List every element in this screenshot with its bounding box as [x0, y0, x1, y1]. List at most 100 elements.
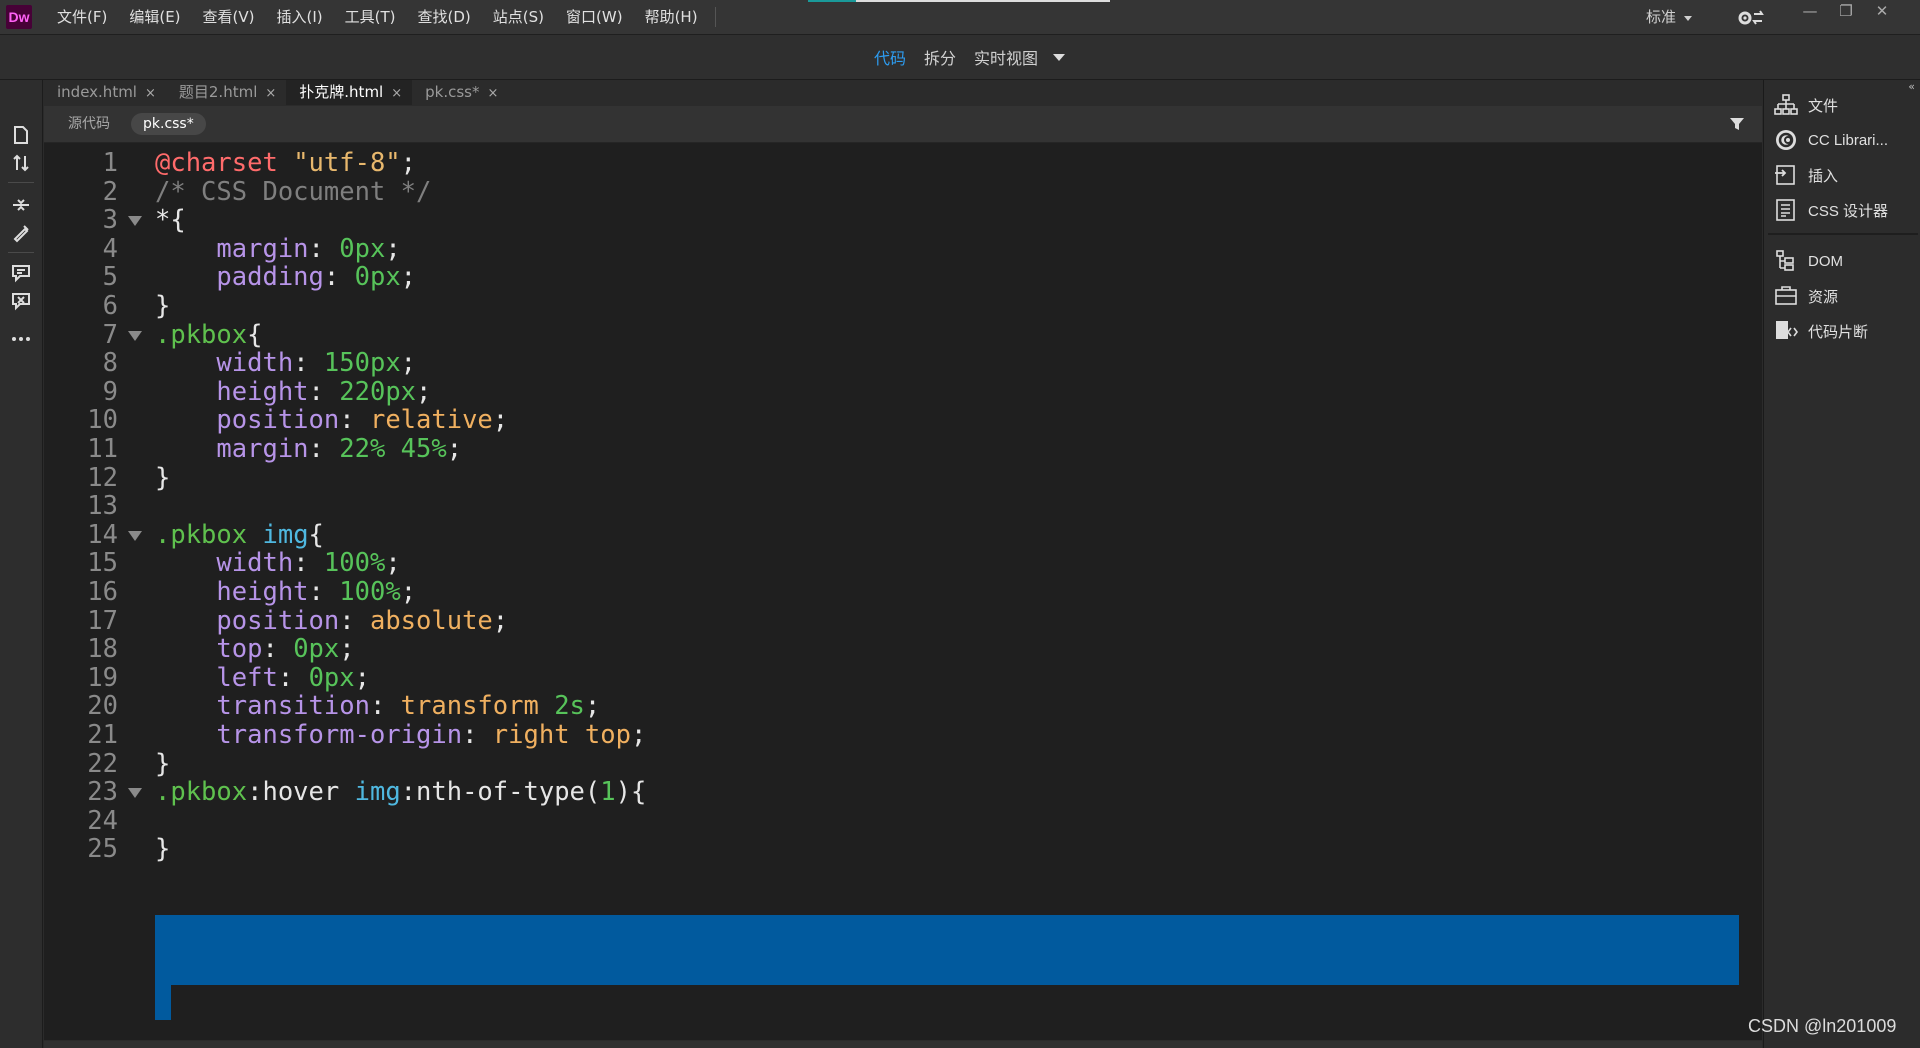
- tab-label: index.html: [57, 83, 137, 101]
- code-token: position: [216, 605, 340, 636]
- code-token: 0px: [308, 662, 355, 693]
- split-view-button[interactable]: 拆分: [915, 45, 965, 69]
- fold-arrow-icon[interactable]: [128, 216, 142, 227]
- code-token: transform-origin: [216, 720, 463, 750]
- related-files-bar: 源代码 pk.css*: [44, 106, 1762, 143]
- format-source-icon[interactable]: [10, 222, 32, 244]
- code-token: 0px: [354, 262, 401, 293]
- menu-file[interactable]: 文件(F): [46, 0, 118, 34]
- close-icon[interactable]: ×: [487, 86, 498, 101]
- close-window-icon[interactable]: ✕: [1864, 0, 1900, 24]
- code-token: ;: [400, 148, 417, 178]
- panel-label: CSS 设计器: [1808, 202, 1889, 220]
- live-view-button[interactable]: 实时视图: [965, 45, 1047, 69]
- code-token: ;: [446, 434, 463, 464]
- panel-cc-libraries[interactable]: CC Librari...: [1774, 125, 1920, 155]
- code-token: img: [262, 519, 309, 550]
- file-management-icon[interactable]: [10, 152, 32, 174]
- code-token: 220px: [339, 376, 417, 407]
- panel-label: DOM: [1808, 252, 1843, 270]
- menu-view[interactable]: 查看(V): [192, 0, 266, 34]
- code-token: :: [308, 577, 340, 607]
- minimize-icon[interactable]: —: [1792, 0, 1828, 24]
- code-token: margin: [216, 434, 309, 464]
- code-token: absolute: [369, 605, 493, 636]
- panel-css-designer[interactable]: CSS 设计器: [1774, 195, 1920, 225]
- menu-edit[interactable]: 编辑(E): [118, 0, 191, 34]
- code-token: 150px: [323, 348, 401, 379]
- panel-files[interactable]: 文件: [1774, 90, 1920, 120]
- open-documents-icon[interactable]: [10, 124, 32, 146]
- code-token: :: [308, 376, 340, 407]
- code-token: :hover: [247, 777, 340, 808]
- code-token: margin: [216, 233, 309, 264]
- panel-assets[interactable]: 资源: [1774, 281, 1920, 311]
- panel-label: 文件: [1808, 97, 1839, 115]
- sync-settings-icon[interactable]: [1736, 6, 1766, 28]
- code-token: ;: [385, 233, 401, 264]
- code-token: ;: [492, 605, 509, 636]
- code-token: /* CSS Document */: [155, 176, 432, 207]
- code-token: top: [216, 634, 263, 665]
- progress-fill: [808, 0, 857, 2]
- code-token: :: [293, 348, 324, 379]
- view-dropdown-arrow-icon[interactable]: [1053, 53, 1066, 61]
- code-token: 0px: [339, 233, 386, 264]
- code-token: *{: [155, 205, 186, 236]
- menu-find[interactable]: 查找(D): [407, 0, 482, 34]
- source-code-file[interactable]: 源代码: [56, 113, 122, 135]
- panel-label: 资源: [1808, 288, 1839, 306]
- code-token: 100%: [339, 577, 401, 607]
- restore-icon[interactable]: ❐: [1828, 0, 1864, 24]
- apply-comment-icon[interactable]: [10, 262, 32, 284]
- menu-site[interactable]: 站点(S): [482, 0, 555, 34]
- tab-index-html[interactable]: index.html ×: [44, 80, 166, 105]
- fold-arrow-icon[interactable]: [128, 530, 142, 541]
- panel-snippets[interactable]: 代码片断: [1774, 316, 1920, 346]
- workspace-switcher[interactable]: 标准: [1646, 4, 1698, 30]
- menu-insert[interactable]: 插入(I): [266, 0, 334, 34]
- panel-label: 代码片断: [1808, 323, 1869, 341]
- tab-poker-html[interactable]: 扑克牌.html ×: [286, 80, 413, 105]
- more-icon[interactable]: [10, 328, 32, 350]
- menu-help[interactable]: 帮助(H): [634, 0, 709, 34]
- menu-items: 文件(F) 编辑(E) 查看(V) 插入(I) 工具(T) 查找(D) 站点(S…: [46, 0, 722, 34]
- panel-insert[interactable]: 插入: [1774, 160, 1920, 190]
- code-token: ;: [400, 262, 417, 293]
- remove-comment-icon[interactable]: [10, 290, 32, 312]
- code-view-button[interactable]: 代码: [865, 45, 915, 69]
- fold-arrow-icon[interactable]: [128, 788, 142, 799]
- close-icon[interactable]: ×: [265, 86, 276, 101]
- expand-code-icon[interactable]: [10, 194, 32, 216]
- related-file-pk-css[interactable]: pk.css*: [131, 113, 206, 135]
- insert-icon: [1775, 165, 1795, 185]
- code-token: 0px: [293, 634, 340, 665]
- code-line[interactable]: 25}: [44, 832, 1762, 867]
- panels-sidebar: « 文件 CC Librari... 插入 CSS 设计器 DOM 资源 代码片…: [1763, 80, 1920, 1048]
- menu-tools[interactable]: 工具(T): [334, 0, 407, 34]
- fold-arrow-icon[interactable]: [128, 330, 142, 341]
- code-token: ;: [416, 376, 432, 407]
- code-token: width: [216, 348, 294, 379]
- close-icon[interactable]: ×: [391, 86, 402, 101]
- code-token: .pkbox: [155, 519, 248, 550]
- code-editor[interactable]: 1 @charset "utf-8"; 2/* CSS Document */3 *{…: [44, 143, 1762, 1040]
- code-text: }: [155, 832, 170, 867]
- close-icon[interactable]: ×: [145, 86, 156, 101]
- horizontal-scrollbar[interactable]: [44, 1041, 1762, 1048]
- filter-icon[interactable]: [1728, 115, 1746, 133]
- code-token: 22% 45%: [339, 434, 447, 464]
- panel-dom[interactable]: DOM: [1774, 246, 1920, 276]
- menu-window[interactable]: 窗口(W): [555, 0, 634, 34]
- tab-pk-css[interactable]: pk.css* ×: [412, 80, 508, 105]
- tab-question2-html[interactable]: 题目2.html ×: [166, 80, 286, 105]
